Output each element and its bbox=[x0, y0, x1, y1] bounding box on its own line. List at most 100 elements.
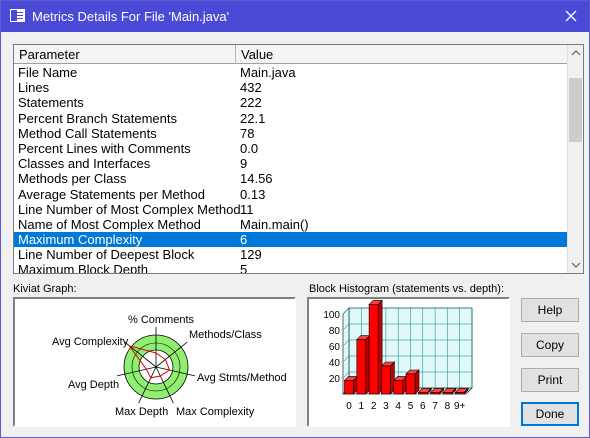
table-row[interactable]: Methods per Class 14.56 bbox=[14, 171, 568, 186]
table-row[interactable]: Classes and Interfaces 9 bbox=[14, 156, 568, 171]
block-histogram: 20 40 60 80 100 0 1 2 3 4 5 6 7 8 9+ bbox=[307, 297, 510, 427]
value-cell: 11 bbox=[240, 201, 254, 217]
value-cell: 432 bbox=[240, 80, 262, 96]
vertical-scrollbar[interactable] bbox=[567, 45, 583, 273]
x-tick-label: 0 bbox=[346, 401, 352, 412]
histogram-bar bbox=[442, 392, 453, 395]
histogram-bar bbox=[356, 339, 367, 395]
table-row[interactable]: Maximum Complexity 6 bbox=[14, 232, 568, 248]
x-tick-label: 3 bbox=[383, 401, 389, 412]
parameter-cell: Percent Branch Statements bbox=[18, 110, 177, 126]
table-row[interactable]: Method Call Statements 78 bbox=[14, 126, 568, 141]
value-cell: 78 bbox=[240, 125, 255, 141]
table-row[interactable]: File Name Main.java bbox=[14, 65, 568, 80]
histogram-bar bbox=[454, 392, 465, 395]
histogram-bar bbox=[430, 392, 440, 395]
parameter-cell: Methods per Class bbox=[18, 171, 127, 187]
parameter-cell: File Name bbox=[18, 65, 78, 80]
kiviat-axis-label: Methods/Class bbox=[189, 329, 262, 341]
y-tick-label: 80 bbox=[329, 326, 341, 337]
parameter-cell: Classes and Interfaces bbox=[18, 156, 151, 172]
histogram-bar bbox=[393, 380, 403, 395]
table-row[interactable]: Lines 432 bbox=[14, 80, 568, 95]
kiviat-axis-label: Avg Stmts/Method bbox=[197, 372, 287, 384]
kiviat-axis-label: Max Complexity bbox=[176, 406, 255, 418]
x-tick-label: 1 bbox=[359, 401, 365, 412]
parameter-cell: Name of Most Complex Method bbox=[18, 216, 201, 232]
table-row[interactable]: Name of Most Complex Method Main.main() bbox=[14, 217, 568, 232]
histogram-bar bbox=[405, 373, 416, 395]
copy-button[interactable]: Copy bbox=[521, 333, 579, 357]
x-tick-label: 5 bbox=[408, 401, 414, 412]
value-cell: 6 bbox=[240, 232, 248, 248]
chevron-up-icon bbox=[571, 50, 581, 56]
x-tick-label: 6 bbox=[420, 401, 426, 412]
window-title: Metrics Details For File 'Main.java' bbox=[32, 9, 230, 24]
histogram-label: Block Histogram (statements vs. depth): bbox=[309, 283, 505, 295]
y-tick-label: 60 bbox=[329, 342, 341, 353]
column-header-value[interactable]: Value bbox=[236, 45, 568, 64]
table-row[interactable]: Maximum Block Depth 5 bbox=[14, 262, 568, 274]
done-button[interactable]: Done bbox=[521, 402, 579, 426]
histogram-bar bbox=[368, 304, 379, 395]
value-cell: 22.1 bbox=[240, 110, 266, 126]
metrics-list[interactable]: Parameter Value File Name Main.java Lines 4… bbox=[13, 44, 584, 274]
kiviat-axis-label: Avg Depth bbox=[68, 379, 119, 391]
x-tick-label: 8 bbox=[445, 401, 451, 412]
parameter-cell: Line Number of Most Complex Method bbox=[18, 201, 241, 217]
x-tick-label: 7 bbox=[432, 401, 438, 412]
histogram-bar bbox=[344, 380, 354, 395]
bar-side bbox=[414, 369, 420, 395]
y-tick-label: 20 bbox=[329, 374, 341, 385]
y-tick-label: 100 bbox=[323, 310, 340, 321]
parameter-cell: Percent Lines with Comments bbox=[18, 140, 191, 156]
value-cell: 0.13 bbox=[240, 186, 266, 202]
parameter-cell: Average Statements per Method bbox=[18, 186, 205, 202]
scroll-down-button[interactable] bbox=[568, 256, 583, 273]
table-row[interactable]: Statements 222 bbox=[14, 95, 568, 110]
value-cell: Main.main() bbox=[240, 216, 309, 232]
value-cell: 222 bbox=[240, 95, 262, 111]
chevron-down-icon bbox=[571, 262, 581, 268]
table-row[interactable]: Average Statements per Method 0.13 bbox=[14, 187, 568, 202]
table-row[interactable]: Line Number of Most Complex Method 11 bbox=[14, 202, 568, 217]
value-cell: 9 bbox=[240, 156, 248, 172]
table-row[interactable]: Percent Branch Statements 22.1 bbox=[14, 111, 568, 126]
kiviat-graph: % Comments Methods/Class Avg Stmts/Method M… bbox=[13, 297, 296, 427]
histogram-bar bbox=[381, 365, 391, 395]
help-button[interactable]: Help bbox=[521, 298, 579, 322]
metrics-details-window: Metrics Details For File 'Main.java' Par… bbox=[0, 0, 590, 438]
close-icon bbox=[565, 10, 577, 22]
scroll-up-button[interactable] bbox=[568, 45, 583, 62]
value-cell: 129 bbox=[240, 247, 262, 263]
title-bar[interactable]: Metrics Details For File 'Main.java' bbox=[1, 1, 589, 32]
x-tick-label: 9+ bbox=[454, 401, 466, 412]
parameter-cell: Method Call Statements bbox=[18, 125, 157, 141]
print-button[interactable]: Print bbox=[521, 368, 579, 392]
histogram-bar bbox=[418, 392, 428, 395]
parameter-cell: Line Number of Deepest Block bbox=[18, 247, 195, 263]
kiviat-axis-label: % Comments bbox=[128, 314, 195, 326]
value-cell: 5 bbox=[240, 262, 248, 274]
x-tick-label: 2 bbox=[371, 401, 377, 412]
y-tick-label: 40 bbox=[329, 358, 341, 369]
parameter-cell: Maximum Complexity bbox=[18, 232, 143, 248]
value-cell: 14.56 bbox=[240, 171, 273, 187]
column-header-parameter[interactable]: Parameter bbox=[14, 45, 236, 64]
parameter-cell: Lines bbox=[18, 80, 50, 96]
value-cell: 0.0 bbox=[240, 140, 259, 156]
parameter-cell: Statements bbox=[18, 95, 84, 111]
kiviat-axis-label: Avg Complexity bbox=[52, 336, 129, 348]
window-icon bbox=[10, 9, 25, 22]
close-button[interactable] bbox=[559, 5, 583, 27]
scroll-thumb[interactable] bbox=[569, 78, 582, 142]
list-rows: File Name Main.java Lines 432 Statements 222 P… bbox=[14, 65, 568, 274]
kiviat-label: Kiviat Graph: bbox=[13, 283, 77, 295]
table-row[interactable]: Percent Lines with Comments 0.0 bbox=[14, 141, 568, 156]
list-header: Parameter Value bbox=[14, 45, 568, 64]
value-cell: Main.java bbox=[240, 65, 296, 80]
table-row[interactable]: Line Number of Deepest Block 129 bbox=[14, 247, 568, 262]
kiviat-axis-label: Max Depth bbox=[115, 406, 168, 418]
parameter-cell: Maximum Block Depth bbox=[18, 262, 149, 274]
x-tick-label: 4 bbox=[395, 401, 401, 412]
